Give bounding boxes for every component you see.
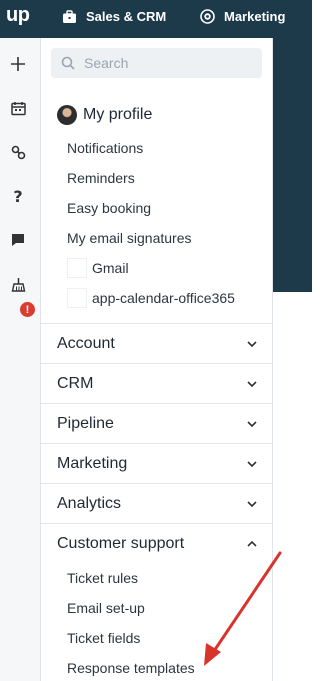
chevron-down-icon xyxy=(247,501,257,508)
nav-marketing[interactable]: Marketing xyxy=(200,0,285,33)
chevron-down-icon xyxy=(247,421,257,428)
section-customer-support[interactable]: Customer support xyxy=(41,523,272,563)
gmail-icon xyxy=(67,258,87,278)
section-analytics-label: Analytics xyxy=(57,494,122,512)
plus-icon[interactable] xyxy=(8,54,28,74)
chevron-up-icon xyxy=(247,540,257,547)
menu-item-notifications[interactable]: Notifications xyxy=(67,140,143,156)
menu-item-email-signatures[interactable]: My email signatures xyxy=(67,230,192,246)
menu-item-easy-booking[interactable]: Easy booking xyxy=(67,200,151,216)
section-pipeline[interactable]: Pipeline xyxy=(41,403,272,443)
section-account-label: Account xyxy=(57,334,115,352)
help-icon[interactable]: ? xyxy=(8,186,28,206)
section-pipeline-label: Pipeline xyxy=(57,414,114,432)
section-marketing-label: Marketing xyxy=(57,454,128,472)
avatar xyxy=(57,105,77,125)
briefcase-icon xyxy=(63,9,76,23)
chevron-down-icon xyxy=(247,341,257,348)
menu-item-gmail[interactable]: Gmail xyxy=(92,260,129,276)
menu-item-office365[interactable]: app-calendar-office365 xyxy=(92,290,235,306)
top-bar: up Sales & CRM Marketing xyxy=(0,0,312,38)
search-box[interactable] xyxy=(51,48,262,78)
section-crm-label: CRM xyxy=(57,374,94,392)
search-icon xyxy=(61,56,75,70)
menu-item-reminders[interactable]: Reminders xyxy=(67,170,135,186)
broom-icon[interactable] xyxy=(8,274,28,294)
search-input[interactable] xyxy=(84,55,244,71)
chat-icon[interactable] xyxy=(8,230,28,250)
menu-item-ticket-rules[interactable]: Ticket rules xyxy=(67,570,138,586)
section-marketing[interactable]: Marketing xyxy=(41,443,272,483)
chevron-down-icon xyxy=(247,461,257,468)
calendar-icon[interactable] xyxy=(8,98,28,118)
nav-marketing-label: Marketing xyxy=(224,9,286,24)
alert-badge: ! xyxy=(20,302,35,317)
logo[interactable]: up xyxy=(6,4,30,27)
icon-rail: ? ! xyxy=(0,38,41,681)
target-icon xyxy=(200,9,215,24)
link-icon[interactable] xyxy=(8,142,28,162)
background-header-area xyxy=(272,38,312,292)
menu-item-email-setup[interactable]: Email set-up xyxy=(67,600,145,616)
menu-item-ticket-fields[interactable]: Ticket fields xyxy=(67,630,140,646)
settings-panel: My profile Notifications Reminders Easy … xyxy=(41,38,273,681)
section-customer-support-label: Customer support xyxy=(57,534,185,552)
chevron-down-icon xyxy=(247,381,257,388)
my-profile-item[interactable]: My profile xyxy=(57,105,152,125)
nav-sales-crm[interactable]: Sales & CRM xyxy=(62,0,166,33)
office365-icon xyxy=(67,288,87,308)
section-analytics[interactable]: Analytics xyxy=(41,483,272,523)
nav-sales-crm-label: Sales & CRM xyxy=(86,9,167,24)
menu-item-response-templates[interactable]: Response templates xyxy=(67,660,195,676)
section-account[interactable]: Account xyxy=(41,323,272,363)
section-crm[interactable]: CRM xyxy=(41,363,272,403)
my-profile-label: My profile xyxy=(83,106,153,123)
